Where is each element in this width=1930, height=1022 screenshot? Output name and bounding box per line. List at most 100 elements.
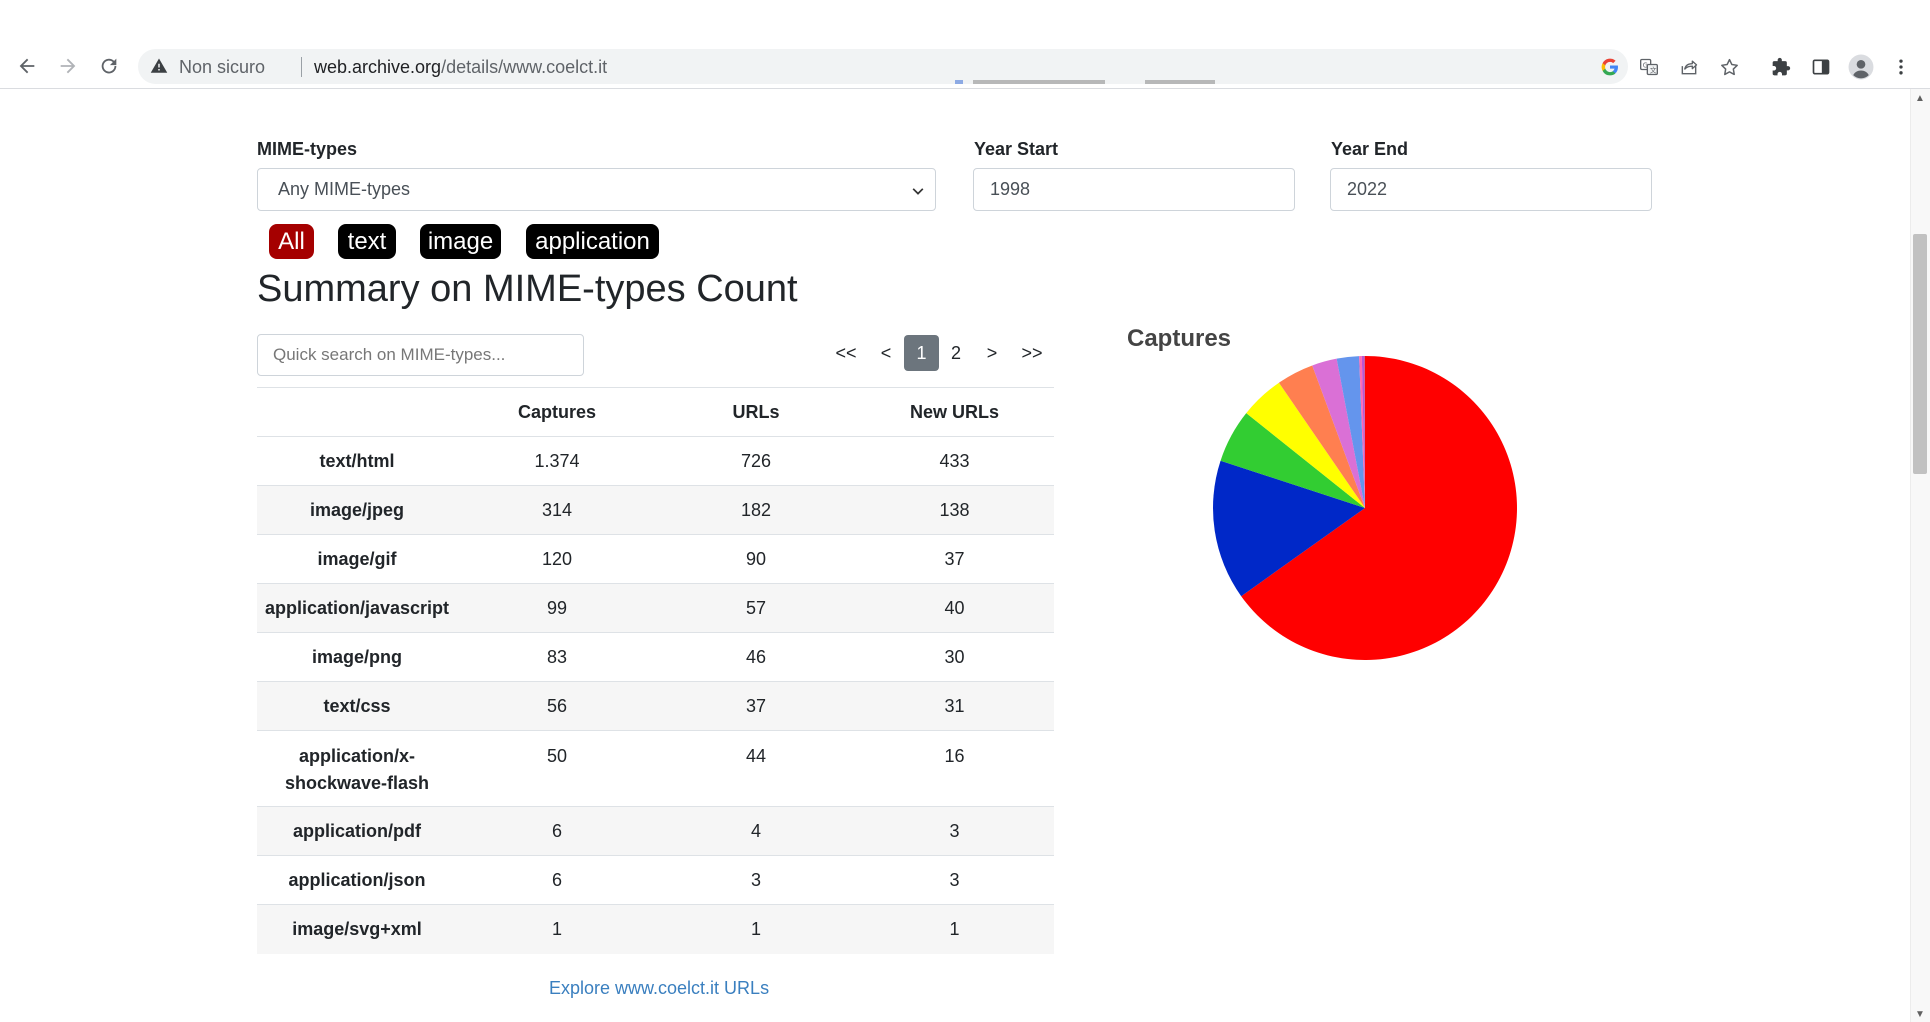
table-header-urls[interactable]: URLs — [657, 387, 855, 437]
captures-pie-chart — [1213, 355, 1518, 660]
captures-cell: 6 — [457, 855, 657, 905]
cut-off-text-above — [955, 80, 1215, 86]
mime-type-cell: image/jpeg — [257, 485, 457, 535]
mime-type-cell: text/css — [257, 681, 457, 731]
mime-type-cell: application/pdf — [257, 806, 457, 856]
pagination-last[interactable]: >> — [1017, 335, 1047, 371]
svg-text:文: 文 — [1650, 65, 1657, 74]
pagination-first[interactable]: << — [831, 335, 861, 371]
mime-type-cell: application/x-shockwave-flash — [257, 730, 457, 807]
new-urls-cell: 16 — [855, 730, 1054, 807]
address-divider — [301, 57, 302, 77]
profile-avatar-icon[interactable] — [1848, 54, 1874, 80]
summary-title: Summary on MIME-types Count — [257, 268, 798, 310]
table-row: image/svg+xml 1 1 1 — [257, 904, 1054, 954]
table-row: image/png 83 46 30 — [257, 632, 1054, 682]
menu-dots-icon[interactable] — [1888, 54, 1914, 80]
filter-pill-all[interactable]: All — [269, 224, 314, 259]
page-scrollbar[interactable] — [1910, 89, 1930, 1022]
year-end-input[interactable]: 2022 — [1330, 168, 1652, 211]
captures-cell: 99 — [457, 583, 657, 633]
pagination-page-1[interactable]: 1 — [904, 335, 939, 371]
mime-type-cell: image/png — [257, 632, 457, 682]
captures-cell: 1 — [457, 904, 657, 954]
urls-cell: 726 — [657, 436, 855, 486]
pagination-prev[interactable]: < — [876, 335, 896, 371]
not-secure-label[interactable]: Non sicuro — [179, 57, 265, 78]
explore-urls-link[interactable]: Explore www.coelct.it URLs — [549, 978, 769, 999]
table-header-mime[interactable] — [257, 387, 457, 437]
pagination-next[interactable]: > — [982, 335, 1002, 371]
warning-icon — [150, 57, 168, 75]
mime-types-label: MIME-types — [257, 139, 358, 159]
year-start-label: Year Start — [974, 139, 1059, 159]
mime-types-select[interactable]: Any MIME-types — [257, 168, 936, 211]
urls-cell: 46 — [657, 632, 855, 682]
new-urls-cell: 433 — [855, 436, 1054, 486]
urls-cell: 90 — [657, 534, 855, 584]
extensions-icon[interactable] — [1768, 54, 1794, 80]
urls-cell: 182 — [657, 485, 855, 535]
address-bar[interactable]: Non sicuro web.archive.org/details/www.c… — [138, 49, 1738, 84]
new-urls-cell: 3 — [855, 806, 1054, 856]
url-host: web.archive.org — [314, 57, 442, 77]
urls-cell: 4 — [657, 806, 855, 856]
table-row: application/javascript 99 57 40 — [257, 583, 1054, 633]
captures-cell: 314 — [457, 485, 657, 535]
scrollbar-thumb[interactable] — [1913, 234, 1927, 474]
filter-pill-application[interactable]: application — [526, 224, 659, 259]
mime-types-table: Captures URLs New URLs text/html 1.374 7… — [257, 387, 1054, 954]
new-urls-cell: 37 — [855, 534, 1054, 584]
table-row: image/jpeg 314 182 138 — [257, 485, 1054, 535]
mime-type-cell: application/javascript — [257, 583, 457, 633]
table-row: application/x-shockwave-flash 50 44 16 — [257, 730, 1054, 807]
url-text[interactable]: web.archive.org/details/www.coelct.it — [314, 57, 607, 78]
new-urls-cell: 3 — [855, 855, 1054, 905]
svg-text:G: G — [1643, 61, 1648, 69]
chevron-down-icon — [911, 182, 925, 196]
mime-type-cell: application/json — [257, 855, 457, 905]
scroll-down-icon[interactable]: ▼ — [1914, 1010, 1926, 1020]
share-icon[interactable] — [1678, 56, 1700, 78]
urls-cell: 57 — [657, 583, 855, 633]
new-urls-cell: 40 — [855, 583, 1054, 633]
mime-type-cell: text/html — [257, 436, 457, 486]
captures-cell: 6 — [457, 806, 657, 856]
urls-cell: 44 — [657, 730, 855, 807]
captures-cell: 1.374 — [457, 436, 657, 486]
mime-type-cell: image/svg+xml — [257, 904, 457, 954]
urls-cell: 3 — [657, 855, 855, 905]
pagination-page-2[interactable]: 2 — [946, 335, 966, 371]
side-panel-icon[interactable] — [1808, 54, 1834, 80]
filter-pill-text[interactable]: text — [338, 224, 396, 259]
captures-cell: 83 — [457, 632, 657, 682]
url-path: /details/www.coelct.it — [441, 57, 608, 77]
filter-pill-image[interactable]: image — [420, 224, 501, 259]
table-header-row: Captures URLs New URLs — [257, 387, 1054, 437]
mime-type-cell: image/gif — [257, 534, 457, 584]
back-icon[interactable] — [11, 50, 43, 82]
year-end-label: Year End — [1331, 139, 1409, 159]
table-row: image/gif 120 90 37 — [257, 534, 1054, 584]
bookmark-star-icon[interactable] — [1718, 56, 1740, 78]
table-row: text/html 1.374 726 433 — [257, 436, 1054, 486]
pie-chart-title: Captures — [1127, 325, 1232, 352]
browser-toolbar: Non sicuro web.archive.org/details/www.c… — [0, 0, 1930, 89]
year-start-input[interactable]: 1998 — [973, 168, 1295, 211]
urls-cell: 37 — [657, 681, 855, 731]
mime-search-input[interactable] — [257, 334, 584, 376]
reload-icon[interactable] — [93, 50, 125, 82]
table-row: text/css 56 37 31 — [257, 681, 1054, 731]
new-urls-cell: 31 — [855, 681, 1054, 731]
table-header-new-urls[interactable]: New URLs — [855, 387, 1054, 437]
google-icon[interactable] — [1599, 56, 1621, 78]
scroll-up-icon[interactable]: ▲ — [1914, 94, 1926, 104]
new-urls-cell: 30 — [855, 632, 1054, 682]
new-urls-cell: 138 — [855, 485, 1054, 535]
translate-icon[interactable]: G文 — [1638, 56, 1660, 78]
table-row: application/pdf 6 4 3 — [257, 806, 1054, 856]
forward-icon[interactable] — [52, 50, 84, 82]
captures-cell: 56 — [457, 681, 657, 731]
table-header-captures[interactable]: Captures — [457, 387, 657, 437]
mime-types-selected: Any MIME-types — [278, 179, 411, 199]
